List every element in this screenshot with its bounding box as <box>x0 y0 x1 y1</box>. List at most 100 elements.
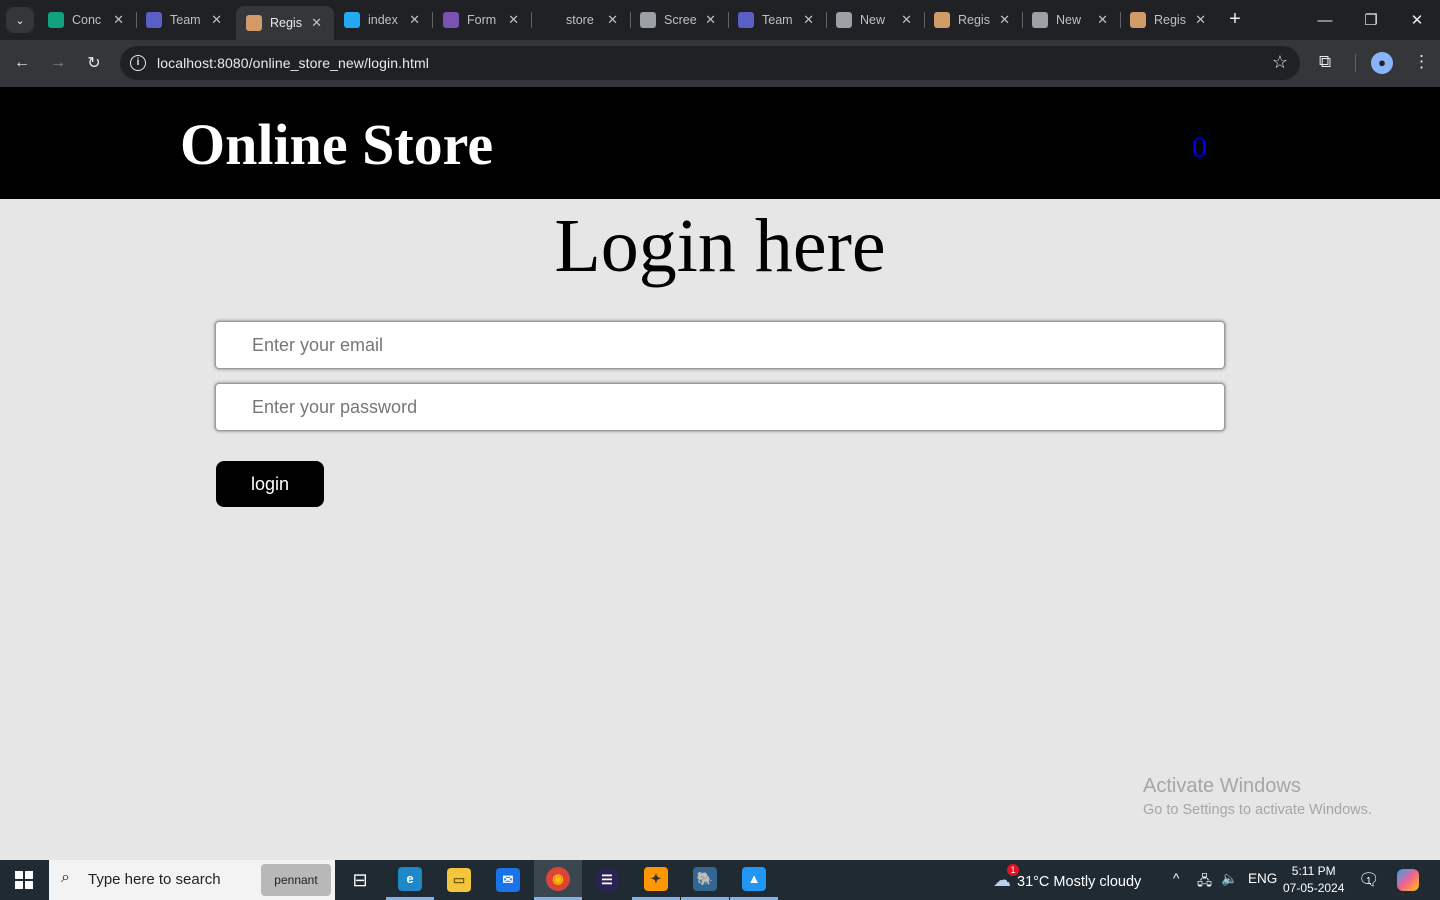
browser-tab[interactable]: store ✕ <box>532 6 630 34</box>
chrome-icon <box>836 12 852 28</box>
chrome-icon <box>1032 12 1048 28</box>
clock-time: 5:11 PM <box>1291 864 1336 878</box>
tab-title: Team <box>762 13 793 27</box>
bootstrap-icon <box>443 12 459 28</box>
weather-text: 31°C Mostly cloudy <box>1017 874 1142 890</box>
globe-icon <box>640 12 656 28</box>
tab-title: New <box>1056 13 1082 27</box>
chrome-icon[interactable]: ◉ <box>534 860 582 900</box>
new-tab-icon[interactable]: + <box>1226 8 1244 30</box>
browser-tab[interactable]: Conc ✕ <box>38 6 136 34</box>
tab-title: New <box>860 13 886 27</box>
browser-tab[interactable]: New ✕ <box>1022 6 1120 34</box>
search-highlight-image[interactable]: pennant <box>261 864 331 896</box>
site-brand[interactable]: Online Store <box>180 111 493 178</box>
mail-icon[interactable]: ✉ <box>484 860 532 900</box>
edge-icon[interactable]: e <box>386 860 434 900</box>
tab-close-icon[interactable]: ✕ <box>705 12 716 28</box>
notification-center-icon[interactable]: 🗨 1 <box>1358 870 1380 890</box>
site-header: Online Store 0 <box>0 87 1440 199</box>
browser-tab[interactable]: Team ✕ <box>728 6 826 34</box>
url-text[interactable]: localhost:8080/online_store_new/login.ht… <box>157 55 429 71</box>
sublime-icon[interactable]: ✦ <box>632 860 680 900</box>
page-title: Login here <box>554 204 886 288</box>
browser-tab[interactable]: Form ✕ <box>433 6 531 34</box>
extensions-icon[interactable]: ⧉ <box>1319 52 1331 72</box>
task-view-icon[interactable]: ⊟ <box>336 860 384 900</box>
browser-tab[interactable]: Team ✕ <box>136 6 234 34</box>
activate-windows-watermark: Activate Windows Go to Settings to activ… <box>1143 775 1372 818</box>
eclipse-icon[interactable]: ☰ <box>583 860 631 900</box>
tab-close-icon[interactable]: ✕ <box>999 12 1010 28</box>
tab-close-icon[interactable]: ✕ <box>1195 12 1206 28</box>
tab-close-icon[interactable]: ✕ <box>113 12 124 28</box>
taskbar-search-text[interactable]: Type here to search <box>88 871 221 888</box>
tab-close-icon[interactable]: ✕ <box>311 15 322 31</box>
browser-tab[interactable]: index ✕ <box>334 6 432 34</box>
volume-icon[interactable]: 🔈 <box>1221 871 1238 887</box>
tab-close-icon[interactable]: ✕ <box>803 12 814 28</box>
tab-title: Form <box>467 13 497 27</box>
search-icon: ⌕ <box>61 869 70 886</box>
browser-tab[interactable]: Scree ✕ <box>630 6 728 34</box>
bookmark-star-icon[interactable]: ☆ <box>1272 52 1288 73</box>
language-indicator[interactable]: ENG <box>1248 871 1277 886</box>
page-icon <box>246 15 262 31</box>
weather-badge: 1 <box>1007 864 1019 876</box>
file-explorer-icon[interactable]: ▭ <box>435 860 483 900</box>
address-bar[interactable]: i localhost:8080/online_store_new/login.… <box>120 46 1300 80</box>
reload-icon[interactable]: ↻ <box>81 50 107 76</box>
tab-title: Regis <box>1154 13 1186 27</box>
tab-close-icon[interactable]: ✕ <box>1097 12 1108 28</box>
activate-subtitle: Go to Settings to activate Windows. <box>1143 802 1372 818</box>
windows-logo-icon <box>15 871 33 889</box>
browser-tab[interactable]: New ✕ <box>826 6 924 34</box>
site-info-icon[interactable]: i <box>130 55 146 71</box>
teams-icon <box>146 12 162 28</box>
minimize-icon[interactable]: — <box>1302 6 1348 34</box>
browser-tabstrip: ⌄ Conc ✕ Team ✕ Regis ✕ index ✕ Form ✕ store ✕ Scree… <box>0 0 1440 40</box>
tab-title: index <box>368 13 398 27</box>
github-icon <box>542 12 558 28</box>
close-window-icon[interactable]: ✕ <box>1394 6 1440 34</box>
password-field[interactable] <box>215 383 1225 431</box>
cart-count[interactable]: 0 <box>1192 131 1207 165</box>
chatgpt-icon <box>48 12 64 28</box>
browser-tab[interactable]: Regis ✕ <box>236 6 334 40</box>
weather-widget[interactable]: ☁ 1 31°C Mostly cloudy <box>993 864 1142 891</box>
tab-close-icon[interactable]: ✕ <box>901 12 912 28</box>
menu-dots-icon[interactable]: ⋮ <box>1413 52 1430 72</box>
tab-title: store <box>566 13 594 27</box>
forward-icon[interactable]: → <box>45 50 71 76</box>
postgresql-icon[interactable]: 🐘 <box>681 860 729 900</box>
tab-title: Conc <box>72 13 102 27</box>
system-clock[interactable]: 5:11 PM 07-05-2024 <box>1283 863 1344 897</box>
tab-title: Team <box>170 13 201 27</box>
tab-search-icon[interactable]: ⌄ <box>6 7 34 33</box>
email-field[interactable] <box>215 321 1225 369</box>
tab-close-icon[interactable]: ✕ <box>409 12 420 28</box>
tab-close-icon[interactable]: ✕ <box>607 12 618 28</box>
clock-date: 07-05-2024 <box>1283 881 1345 895</box>
page-viewport: Online Store 0 Login here login Activate… <box>0 87 1440 860</box>
tab-title: Regis <box>270 16 302 30</box>
browser-toolbar: ← → ↻ i localhost:8080/online_store_new/… <box>0 40 1440 87</box>
restore-icon[interactable]: ❐ <box>1348 6 1394 34</box>
page-icon <box>1130 12 1146 28</box>
taskbar-search[interactable]: ⌕ Type here to search pennant <box>49 860 335 900</box>
login-button[interactable]: login <box>216 461 324 507</box>
notification-count: 1 <box>1366 876 1372 887</box>
profile-avatar-icon[interactable]: ● <box>1371 52 1393 74</box>
browser-tab[interactable]: Regis ✕ <box>1120 6 1218 34</box>
tab-close-icon[interactable]: ✕ <box>508 12 519 28</box>
start-button[interactable] <box>0 860 48 900</box>
tab-close-icon[interactable]: ✕ <box>211 12 222 28</box>
tray-chevron-icon[interactable]: ^ <box>1173 871 1179 886</box>
back-icon[interactable]: ← <box>9 50 35 76</box>
network-icon[interactable]: 🖧 <box>1197 871 1212 894</box>
copilot-icon[interactable] <box>1397 869 1419 891</box>
tab-title: Scree <box>664 13 697 27</box>
browser-tab[interactable]: Regis ✕ <box>924 6 1022 34</box>
teams-icon <box>738 12 754 28</box>
photos-icon[interactable]: ▲ <box>730 860 778 900</box>
